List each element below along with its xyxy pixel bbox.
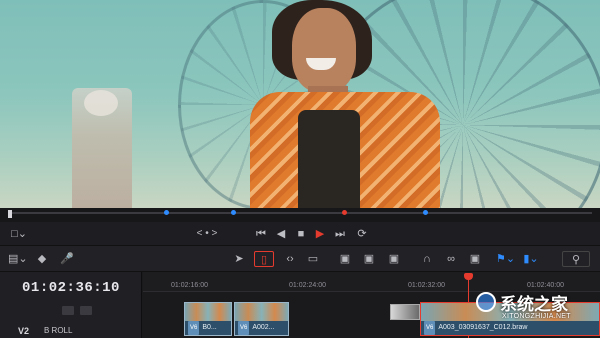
timeline-clip[interactable]: V6 A002... <box>234 302 289 336</box>
edit-toolbar: ▤⌄ ◆ 🎤 ➤ ▯ ‹› ▭ ▣ ▣ ▣ ∩ ∞ ▣ ⚑⌄ ▮⌄ ⚲ <box>0 246 600 272</box>
stop-icon[interactable]: ■ <box>294 222 308 246</box>
clip-track-badge: V6 <box>238 321 250 335</box>
selection-pointer-icon[interactable]: ➤ <box>232 251 246 267</box>
resolve-window: □⌄ < • > ⏮ ◀ ■ ▶ ⏭ ⟳ ▤⌄ ◆ 🎤 ➤ ▯ ‹› ▭ ▣ ▣… <box>0 0 600 338</box>
marker-icon[interactable]: ▮⌄ <box>522 251 540 267</box>
layout-icon[interactable]: ▤⌄ <box>8 251 28 267</box>
play-icon[interactable]: ▶ <box>313 222 327 246</box>
blade-icon[interactable]: ▭ <box>305 251 321 267</box>
jump-to-end-icon[interactable]: ⏭ <box>332 222 348 246</box>
clip-transition[interactable] <box>390 304 420 320</box>
insert-clip-icon[interactable]: ▣ <box>336 251 354 267</box>
playhead-marker[interactable] <box>342 210 347 215</box>
playhead-handle[interactable] <box>464 273 473 280</box>
ruler-tick: 01:02:32:00 <box>408 282 445 289</box>
track-visibility-icon[interactable] <box>80 306 92 315</box>
watermark-logo-icon <box>476 292 496 312</box>
ruler-tick: 01:02:16:00 <box>171 282 208 289</box>
microphone-icon[interactable]: 🎤 <box>60 251 74 267</box>
link-icon[interactable]: ∞ <box>444 251 458 267</box>
video-viewer[interactable] <box>0 0 600 208</box>
snapping-magnet-icon[interactable]: ∩ <box>420 251 434 267</box>
person-image <box>250 0 440 208</box>
color-icon[interactable]: ◆ <box>34 251 50 267</box>
clip-thumbnail <box>235 303 288 323</box>
lock-icon[interactable]: ▣ <box>468 251 482 267</box>
watermark: 系统之家 XITONGZHIJIA.NET <box>476 290 600 328</box>
watermark-url: XITONGZHIJIA.NET <box>502 313 571 320</box>
timeline-ruler[interactable]: 01:02:16:00 01:02:24:00 01:02:32:00 01:0… <box>143 272 600 292</box>
timeline-panel: 01:02:36:10 V2 B ROLL 01:02:16:00 01:02:… <box>0 272 600 338</box>
clip-label-row: V6 A002... <box>235 321 288 335</box>
clip-track-badge: V6 <box>424 321 436 335</box>
jump-to-start-icon[interactable]: ⏮ <box>253 222 269 246</box>
trim-tool-icon[interactable]: ▯ <box>254 251 274 267</box>
zoom-icon[interactable]: ⚲ <box>562 251 590 267</box>
scrub-bar[interactable] <box>8 212 592 214</box>
scrub-start-marker[interactable] <box>8 210 12 218</box>
track-lock-icon[interactable] <box>62 306 74 315</box>
clip-name: B0... <box>202 324 217 331</box>
loop-icon[interactable]: ⟳ <box>354 222 370 246</box>
track-id: V2 <box>18 326 30 336</box>
ruler-tick: 01:02:40:00 <box>527 282 564 289</box>
clip-track-badge: V6 <box>188 321 200 335</box>
jog-control[interactable]: < • > <box>190 222 224 246</box>
tower-top-image <box>84 90 118 116</box>
replace-clip-icon[interactable]: ▣ <box>385 251 403 267</box>
clip-label-row: V6 B0... <box>185 321 231 335</box>
track-name[interactable]: B ROLL <box>44 326 72 335</box>
viewer-scrubber[interactable] <box>0 208 600 222</box>
watermark-brand: 系统之家 <box>500 295 568 314</box>
viewer-options-icon[interactable]: □⌄ <box>8 222 30 246</box>
clip-thumbnail <box>185 303 231 323</box>
marker-blue[interactable] <box>164 210 169 215</box>
timecode-display[interactable]: 01:02:36:10 <box>0 280 142 296</box>
flag-icon[interactable]: ⚑⌄ <box>496 251 515 267</box>
ruler-tick: 01:02:24:00 <box>289 282 326 289</box>
transport-bar: □⌄ < • > ⏮ ◀ ■ ▶ ⏭ ⟳ <box>0 222 600 246</box>
clip-name: A002... <box>252 324 275 331</box>
timeline-clip[interactable]: V6 B0... <box>184 302 232 336</box>
timeline-header: 01:02:36:10 V2 B ROLL <box>0 272 142 338</box>
dynamic-trim-icon[interactable]: ‹› <box>282 251 298 267</box>
reverse-play-icon[interactable]: ◀ <box>274 222 288 246</box>
marker-blue[interactable] <box>423 210 428 215</box>
overwrite-clip-icon[interactable]: ▣ <box>360 251 378 267</box>
marker-blue[interactable] <box>231 210 236 215</box>
